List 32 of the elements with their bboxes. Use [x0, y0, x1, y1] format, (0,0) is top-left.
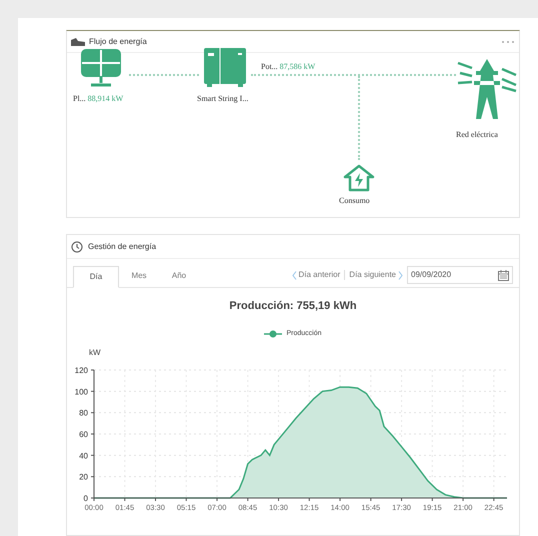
y-tick-label: 80: [79, 408, 88, 418]
node-label: Pl... 88,914 kW: [73, 93, 124, 105]
next-day-link[interactable]: Día siguiente: [349, 269, 403, 281]
calendar-icon: [498, 270, 509, 280]
period-tab[interactable]: Año: [159, 265, 199, 287]
y-tick-label: 120: [74, 366, 88, 375]
card-title: Gestión de energía: [88, 240, 156, 252]
period-tab[interactable]: Mes: [119, 265, 159, 287]
inverter-icon: [204, 48, 246, 88]
card-title: Flujo de energía: [89, 36, 147, 48]
chevron-left-icon: [292, 270, 296, 280]
previous-day-link[interactable]: Día anterior: [292, 269, 340, 281]
chevron-right-icon: [398, 270, 403, 280]
chart-title: Producción: 755,19 kWh: [229, 299, 357, 314]
y-tick-label: 0: [84, 494, 88, 503]
y-tick-label: 60: [79, 430, 88, 439]
legend-marker-icon: [264, 330, 282, 338]
house-bolt-icon: [343, 164, 375, 192]
y-tick-label: 20: [79, 472, 88, 482]
period-tab[interactable]: Día: [73, 266, 119, 288]
node-label: Smart String I...: [197, 93, 248, 105]
node-label: Consumo: [339, 195, 370, 207]
node-label: Pot... 87,586 kW: [261, 61, 316, 73]
date-field[interactable]: 09/09/2020: [407, 266, 513, 284]
y-tick-label: 40: [79, 451, 88, 460]
flow-line: [129, 74, 199, 76]
y-tick-label: 100: [74, 387, 88, 396]
y-axis-title: kW: [89, 348, 101, 357]
clock-icon: [71, 240, 83, 252]
more-icon[interactable]: [501, 40, 515, 44]
power-tower-icon: [456, 57, 518, 121]
node-label: Red eléctrica: [456, 129, 498, 141]
